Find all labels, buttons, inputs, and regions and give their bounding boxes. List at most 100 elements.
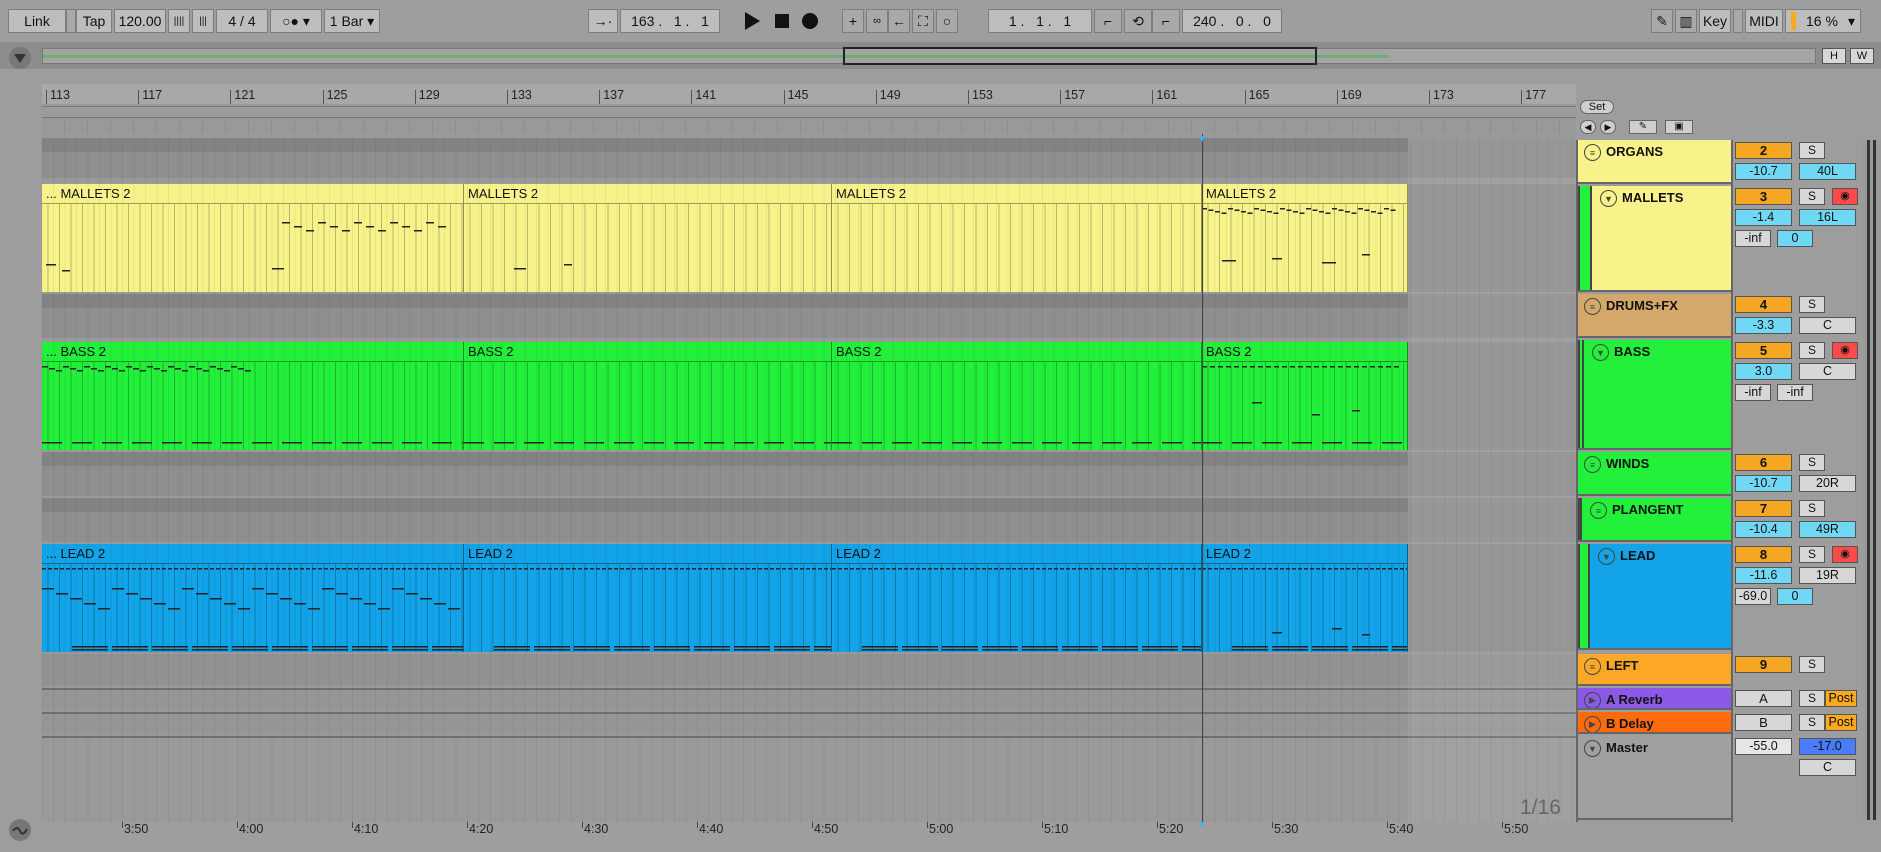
track-activator[interactable]: B	[1735, 714, 1792, 731]
track-header-left[interactable]: ≡ LEFT	[1576, 654, 1731, 686]
fold-icon[interactable]: ≡	[1584, 144, 1601, 161]
send-b-field[interactable]: 0	[1777, 588, 1813, 605]
fold-icon[interactable]: ▶	[1584, 716, 1601, 732]
cue-volume[interactable]: -17.0	[1799, 738, 1856, 755]
overview-strip[interactable]	[42, 47, 1816, 65]
arrangement-overview[interactable]: H W	[0, 42, 1881, 69]
solo-button[interactable]: S	[1799, 500, 1825, 517]
send-b-field[interactable]: -inf	[1777, 384, 1813, 401]
track-header-plangent[interactable]: ≡ PLANGENT	[1576, 498, 1731, 542]
track-activator[interactable]: 6	[1735, 454, 1792, 471]
send-a-field[interactable]: -inf	[1735, 384, 1771, 401]
time-ruler[interactable]: 3:50 4:00 4:10 4:20 4:30 4:40 4:50 5:00 5:10 5:20…	[42, 818, 1576, 852]
track-name[interactable]: ORGANS	[1606, 144, 1663, 159]
track-activator[interactable]: 3	[1735, 188, 1792, 205]
fold-icon[interactable]: ▶	[1584, 692, 1601, 708]
set-button[interactable]: Set	[1580, 100, 1614, 114]
prev-locator-icon[interactable]: ◀	[1580, 120, 1596, 134]
fold-icon[interactable]: ≡	[1584, 658, 1601, 675]
fold-icon[interactable]: ▼	[1598, 548, 1615, 565]
track-name[interactable]: WINDS	[1606, 456, 1649, 471]
arm-record-icon[interactable]: ◉	[1832, 188, 1858, 205]
record-button[interactable]	[798, 9, 822, 33]
overview-viewport[interactable]	[843, 47, 1317, 65]
track-name[interactable]: LEFT	[1606, 658, 1639, 673]
track-name[interactable]: PLANGENT	[1612, 502, 1684, 517]
solo-button[interactable]: S	[1799, 296, 1825, 313]
arm-record-icon[interactable]: ◉	[1832, 546, 1858, 563]
fold-icon[interactable]: ≡	[1584, 456, 1601, 473]
draw-mode-icon[interactable]: ✎	[1651, 9, 1673, 33]
play-button[interactable]	[740, 9, 764, 33]
post-button[interactable]: Post	[1825, 714, 1857, 731]
pan-field[interactable]: 49R	[1799, 521, 1856, 538]
quantize-menu[interactable]: 1 Bar ▾	[324, 9, 380, 33]
volume-field[interactable]: -10.4	[1735, 521, 1792, 538]
loop-switch-icon[interactable]: ⟲	[1124, 9, 1152, 33]
volume-field[interactable]: 3.0	[1735, 363, 1792, 380]
solo-button[interactable]: S	[1799, 142, 1825, 159]
track-header-winds[interactable]: ≡ WINDS	[1576, 452, 1731, 496]
pan-field[interactable]: C	[1799, 317, 1856, 334]
metronome-button[interactable]: ○● ▾	[270, 9, 322, 33]
overview-toggle-icon[interactable]	[8, 46, 32, 70]
follow-button[interactable]: →·	[588, 9, 618, 33]
track-header-master[interactable]: ▼ Master	[1576, 736, 1731, 820]
nudge-down-icon[interactable]: ||||	[168, 9, 190, 33]
track-activator[interactable]: 5	[1735, 342, 1792, 359]
position-field[interactable]: 163 . 1 . 1	[620, 9, 720, 33]
post-button[interactable]: Post	[1825, 690, 1857, 707]
loop-start-field[interactable]: 1 . 1 . 1	[988, 9, 1092, 33]
track-header-mallets[interactable]: ▼ MALLETS	[1576, 186, 1731, 292]
fold-icon[interactable]: ▼	[1592, 344, 1609, 361]
track-header-bass[interactable]: ▼ BASS	[1576, 340, 1731, 450]
automation-arm-icon[interactable]: ∞	[866, 9, 888, 33]
link-button[interactable]: Link	[8, 9, 66, 33]
track-activator[interactable]: 2	[1735, 142, 1792, 159]
track-activator[interactable]: 7	[1735, 500, 1792, 517]
volume-field[interactable]: -10.7	[1735, 475, 1792, 492]
send-b-field[interactable]: 0	[1777, 230, 1813, 247]
fold-icon[interactable]: ≡	[1584, 298, 1601, 315]
track-name[interactable]: Master	[1606, 740, 1648, 755]
pan-field[interactable]: 19R	[1799, 567, 1856, 584]
arrangement-view[interactable]: 113 117 121 125 129 133 137 141 145 149 153 157 161 1…	[42, 84, 1576, 822]
track-name[interactable]: A Reverb	[1606, 692, 1663, 707]
draw-envelope-icon[interactable]: ✎	[1629, 120, 1657, 134]
track-header-organs[interactable]: ≡ ORGANS	[1576, 140, 1731, 184]
track-name[interactable]: LEAD	[1620, 548, 1655, 563]
track-activator[interactable]: 8	[1735, 546, 1792, 563]
groove-pool-icon[interactable]	[8, 818, 32, 842]
pan-field[interactable]: 16L	[1799, 209, 1856, 226]
solo-button[interactable]: S	[1799, 188, 1825, 205]
keyboard-icon[interactable]: ▥	[1675, 9, 1697, 33]
send-a-field[interactable]: -inf	[1735, 230, 1771, 247]
track-activator[interactable]: 4	[1735, 296, 1792, 313]
track-activator[interactable]: 9	[1735, 656, 1792, 673]
lock-icon[interactable]: ▣	[1665, 120, 1693, 134]
fold-icon[interactable]: ▼	[1600, 190, 1617, 207]
scrub-area[interactable]	[42, 106, 1576, 118]
locators-lane[interactable]	[42, 118, 1576, 134]
overview-h-button[interactable]: H	[1822, 48, 1846, 64]
volume-field[interactable]: -11.6	[1735, 567, 1792, 584]
volume-field[interactable]: -3.3	[1735, 317, 1792, 334]
beat-ruler[interactable]: 113 117 121 125 129 133 137 141 145 149 153 157 161 1…	[42, 84, 1576, 104]
master-pan[interactable]: C	[1799, 759, 1856, 776]
pan-field[interactable]: C	[1799, 363, 1856, 380]
solo-button[interactable]: S	[1799, 690, 1825, 707]
pan-field[interactable]: 40L	[1799, 163, 1856, 180]
solo-button[interactable]: S	[1799, 656, 1825, 673]
tap-button[interactable]: Tap	[76, 9, 112, 33]
loop-length-field[interactable]: 240 . 0 . 0	[1182, 9, 1282, 33]
track-header-b-delay[interactable]: ▶ B Delay	[1576, 712, 1731, 734]
tempo-field[interactable]: 120.00	[114, 9, 166, 33]
track-activator[interactable]: A	[1735, 690, 1792, 707]
punch-out-icon[interactable]: ⌐	[1152, 9, 1180, 33]
punch-in-icon[interactable]: ⌐	[1094, 9, 1122, 33]
volume-field[interactable]: -10.7	[1735, 163, 1792, 180]
track-name[interactable]: MALLETS	[1622, 190, 1683, 205]
overview-w-button[interactable]: W	[1850, 48, 1874, 64]
solo-button[interactable]: S	[1799, 546, 1825, 563]
pan-field[interactable]: 20R	[1799, 475, 1856, 492]
